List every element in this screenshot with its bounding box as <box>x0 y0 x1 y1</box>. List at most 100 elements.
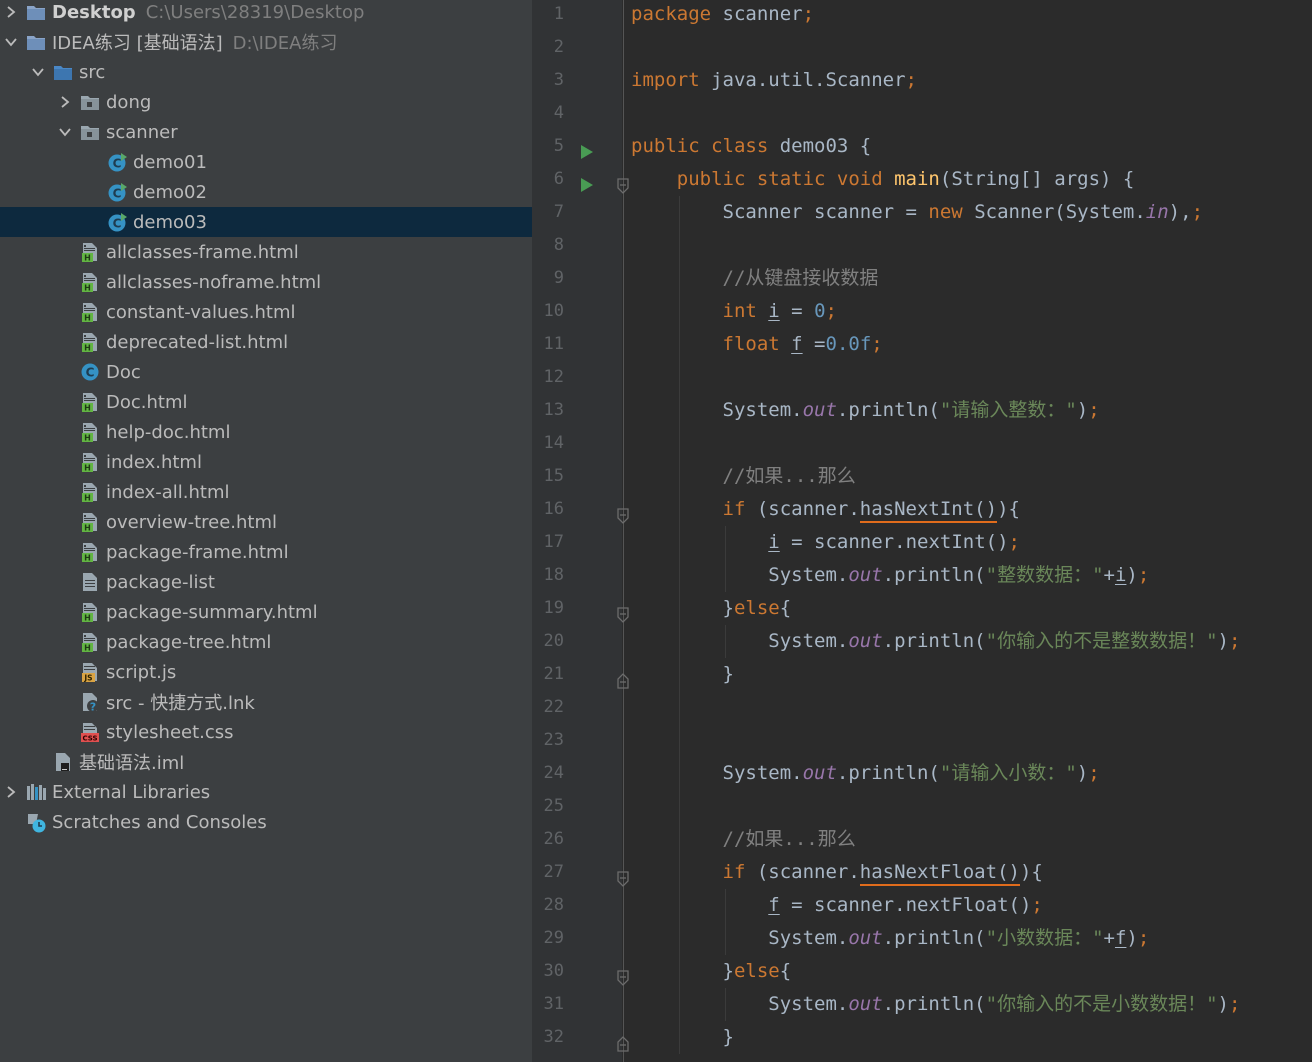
tree-item[interactable]: 基础语法.iml <box>0 747 532 777</box>
scratches-icon <box>25 811 47 833</box>
code-line[interactable]: 14 <box>532 427 1312 460</box>
tree-item[interactable]: IDEA练习 [基础语法] D:\IDEA练习 <box>0 27 532 57</box>
code-token: ) <box>1217 993 1229 1015</box>
code-line[interactable]: 9 //从键盘接收数据 <box>532 262 1312 295</box>
code-line[interactable]: 28 f = scanner.nextFloat(); <box>532 889 1312 922</box>
code-line[interactable]: 7 Scanner scanner = new Scanner(System.i… <box>532 196 1312 229</box>
code-line[interactable]: 2 <box>532 31 1312 64</box>
code-line[interactable]: 12 <box>532 361 1312 394</box>
code-line[interactable]: 25 <box>532 790 1312 823</box>
code-line[interactable]: 15 //如果...那么 <box>532 460 1312 493</box>
code-line[interactable]: 4 <box>532 97 1312 130</box>
code-line[interactable]: 21 } <box>532 658 1312 691</box>
code-editor[interactable]: 1 package scanner; 2 3 import java.util.Scan… <box>532 0 1312 1062</box>
chevron-down-icon[interactable] <box>3 32 19 52</box>
code-line[interactable]: 10 int i = 0; <box>532 295 1312 328</box>
tree-item[interactable]: Hoverview-tree.html <box>0 507 532 537</box>
code-token: + <box>1103 927 1115 949</box>
tree-item-label: constant-values.html <box>106 301 296 323</box>
tree-item[interactable]: Desktop C:\Users\28319\Desktop <box>0 0 532 27</box>
code-line[interactable]: 19 }else{ <box>532 592 1312 625</box>
tree-item[interactable]: H Doc.html <box>0 387 532 417</box>
tree-item[interactable]: ? src - 快捷方式.lnk <box>0 687 532 717</box>
fold-gutter-icon[interactable] <box>616 1030 630 1052</box>
fold-gutter-icon[interactable] <box>616 601 630 623</box>
code-line[interactable]: 13 System.out.println("请输入整数："); <box>532 394 1312 427</box>
code-line[interactable]: 23 <box>532 724 1312 757</box>
code-text: i = scanner.nextInt(); <box>631 526 1020 559</box>
code-line[interactable]: 31 System.out.println("你输入的不是小数数据！"); <box>532 988 1312 1021</box>
tree-item[interactable]: Hpackage-tree.html <box>0 627 532 657</box>
tree-item[interactable]: Scratches and Consoles <box>0 807 532 837</box>
code-line[interactable]: 3 import java.util.Scanner; <box>532 64 1312 97</box>
chevron-right-icon[interactable] <box>3 2 19 22</box>
code-line[interactable]: 29 System.out.println("小数数据："+f); <box>532 922 1312 955</box>
indent-guide <box>678 361 680 394</box>
chevron-right-icon[interactable] <box>57 92 73 112</box>
code-token: f <box>791 333 803 355</box>
tree-item[interactable]: Hindex.html <box>0 447 532 477</box>
line-number: 10 <box>543 301 564 321</box>
code-line[interactable]: 20 System.out.println("你输入的不是整数数据！"); <box>532 625 1312 658</box>
code-line[interactable]: 16 if (scanner.hasNextInt()){ <box>532 493 1312 526</box>
fold-gutter-icon[interactable] <box>616 502 630 524</box>
tree-item[interactable]: Cdemo02 <box>0 177 532 207</box>
tree-item[interactable]: Hhelp-doc.html <box>0 417 532 447</box>
tree-item[interactable]: Cdemo03 <box>0 207 532 237</box>
code-text: System.out.println("请输入整数："); <box>631 394 1100 427</box>
line-number: 24 <box>543 763 564 783</box>
fold-gutter-icon[interactable] <box>616 172 630 194</box>
fold-gutter-icon[interactable] <box>616 667 630 689</box>
code-token: i <box>1114 564 1127 586</box>
tree-item[interactable]: Hallclasses-frame.html <box>0 237 532 267</box>
code-line[interactable]: 17 i = scanner.nextInt(); <box>532 526 1312 559</box>
code-line[interactable]: 30 }else{ <box>532 955 1312 988</box>
code-token: if <box>722 498 757 520</box>
package-icon <box>79 121 101 143</box>
libraries-icon <box>25 781 47 803</box>
tree-item[interactable]: CSS stylesheet.css <box>0 717 532 747</box>
tree-item[interactable]: scanner <box>0 117 532 147</box>
fold-gutter-icon[interactable] <box>616 865 630 887</box>
tree-item[interactable]: JS script.js <box>0 657 532 687</box>
line-number: 4 <box>553 103 564 123</box>
code-line[interactable]: 18 System.out.println("整数数据："+i); <box>532 559 1312 592</box>
tree-item[interactable]: Hindex-all.html <box>0 477 532 507</box>
code-token: ; <box>802 3 815 25</box>
chevron-right-icon[interactable] <box>3 782 19 802</box>
tree-item[interactable]: Hpackage-frame.html <box>0 537 532 567</box>
tree-item[interactable]: package-list <box>0 567 532 597</box>
code-line[interactable]: 27 if (scanner.hasNextFloat()){ <box>532 856 1312 889</box>
tree-item-label: deprecated-list.html <box>106 331 289 353</box>
run-gutter-icon[interactable] <box>580 171 594 192</box>
code-line[interactable]: 32 } <box>532 1021 1312 1054</box>
tree-item[interactable]: Hallclasses-noframe.html <box>0 267 532 297</box>
tree-item[interactable]: Hdeprecated-list.html <box>0 327 532 357</box>
tree-item[interactable]: src <box>0 57 532 87</box>
tree-item[interactable]: Hpackage-summary.html <box>0 597 532 627</box>
tree-item[interactable]: C Doc <box>0 357 532 387</box>
tree-item[interactable]: Cdemo01 <box>0 147 532 177</box>
code-line[interactable]: 8 <box>532 229 1312 262</box>
tree-item[interactable]: External Libraries <box>0 777 532 807</box>
code-token: if <box>722 861 757 883</box>
project-tool-window[interactable]: Desktop C:\Users\28319\Desktop IDEA练习 [基础语… <box>0 0 532 1062</box>
run-gutter-icon[interactable] <box>580 138 594 159</box>
code-line[interactable]: 22 <box>532 691 1312 724</box>
code-line[interactable]: 1 package scanner; <box>532 0 1312 31</box>
code-line[interactable]: 5 public class demo03 { <box>532 130 1312 163</box>
chevron-down-icon[interactable] <box>57 122 73 142</box>
code-line[interactable]: 24 System.out.println("请输入小数："); <box>532 757 1312 790</box>
tree-item[interactable]: dong <box>0 87 532 117</box>
tree-item[interactable]: Hconstant-values.html <box>0 297 532 327</box>
code-text: if (scanner.hasNextInt()){ <box>631 493 1020 526</box>
fold-gutter-icon[interactable] <box>616 964 630 986</box>
code-token: ) <box>1019 861 1032 883</box>
code-line[interactable]: 11 float f =0.0f; <box>532 328 1312 361</box>
chevron-down-icon[interactable] <box>30 62 46 82</box>
tree-item-label: package-frame.html <box>106 541 289 563</box>
code-line[interactable]: 26 //如果...那么 <box>532 823 1312 856</box>
code-token: ; <box>1137 564 1150 586</box>
line-number: 5 <box>553 136 564 156</box>
code-line[interactable]: 6 public static void main(String[] args)… <box>532 163 1312 196</box>
